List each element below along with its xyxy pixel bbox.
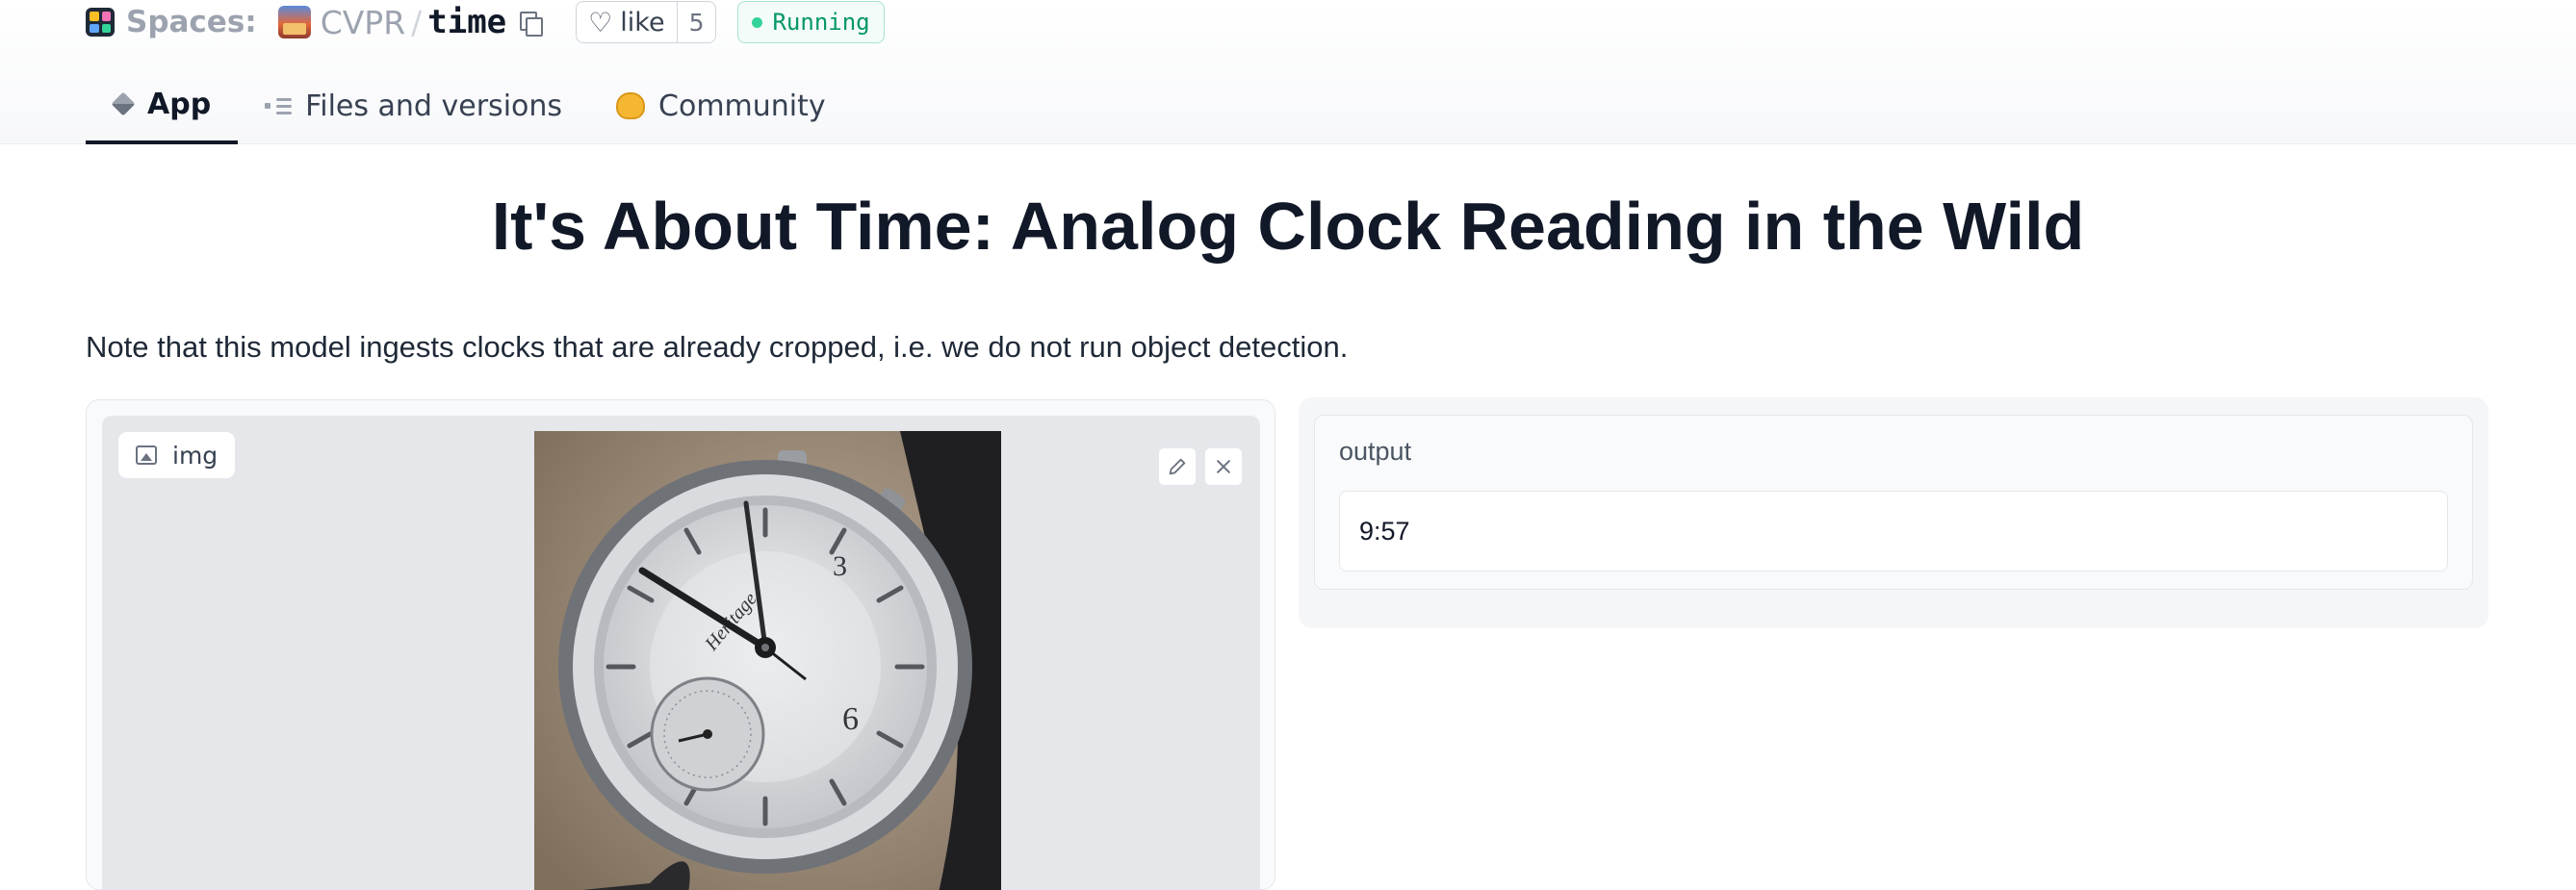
uploaded-clock-image: 3 6 Heritage	[534, 431, 1001, 890]
status-text: Running	[772, 9, 870, 36]
description-note: Note that this model ingests clocks that…	[86, 330, 1349, 364]
space-header: Spaces: CVPR / time ♡ like 5 Running App	[0, 0, 2576, 144]
svg-text:3: 3	[833, 550, 847, 582]
tab-files-label: Files and versions	[305, 89, 563, 123]
status-dot-icon	[752, 16, 763, 28]
tab-app[interactable]: App	[86, 67, 239, 144]
tab-app-label: App	[147, 87, 212, 121]
tab-community[interactable]: Community	[589, 67, 853, 144]
edit-image-button[interactable]	[1158, 447, 1197, 486]
image-input-label: img	[117, 431, 237, 479]
image-icon	[136, 445, 157, 465]
spaces-link[interactable]: Spaces:	[126, 5, 257, 39]
svg-text:6: 6	[842, 701, 859, 737]
spaces-logo-icon[interactable]	[86, 8, 115, 37]
space-tabs: App Files and versions Community	[86, 67, 853, 144]
org-link[interactable]: CVPR	[321, 4, 405, 41]
community-icon	[616, 92, 646, 119]
like-label: like	[620, 7, 665, 38]
path-separator: /	[411, 3, 423, 41]
pencil-icon	[1169, 458, 1186, 475]
output-label: output	[1339, 437, 1412, 466]
copy-icon[interactable]	[520, 12, 544, 37]
page-title: It's About Time: Analog Clock Reading in…	[491, 189, 2085, 264]
image-label-text: img	[172, 441, 219, 470]
like-count[interactable]: 5	[676, 2, 716, 42]
like-main[interactable]: ♡ like	[577, 2, 676, 42]
clear-image-button[interactable]	[1204, 447, 1243, 486]
cube-icon	[111, 91, 136, 116]
repo-link[interactable]: time	[427, 3, 506, 41]
space-topbar: Spaces: CVPR / time ♡ like 5 Running	[86, 0, 885, 44]
like-button[interactable]: ♡ like 5	[576, 1, 717, 43]
tab-community-label: Community	[658, 89, 826, 123]
image-input-panel: img 3 6 Heritage	[86, 399, 1275, 890]
output-panel: output 9:57	[1299, 397, 2488, 628]
tab-files-and-versions[interactable]: Files and versions	[238, 67, 589, 144]
heart-icon: ♡	[588, 6, 613, 38]
files-icon	[265, 95, 293, 116]
status-badge: Running	[737, 1, 885, 43]
output-textbox[interactable]: 9:57	[1339, 491, 2448, 572]
org-avatar[interactable]	[277, 6, 311, 38]
image-dropzone[interactable]: img 3 6 Heritage	[102, 416, 1260, 890]
output-block: output 9:57	[1314, 415, 2473, 590]
close-icon	[1217, 460, 1230, 473]
